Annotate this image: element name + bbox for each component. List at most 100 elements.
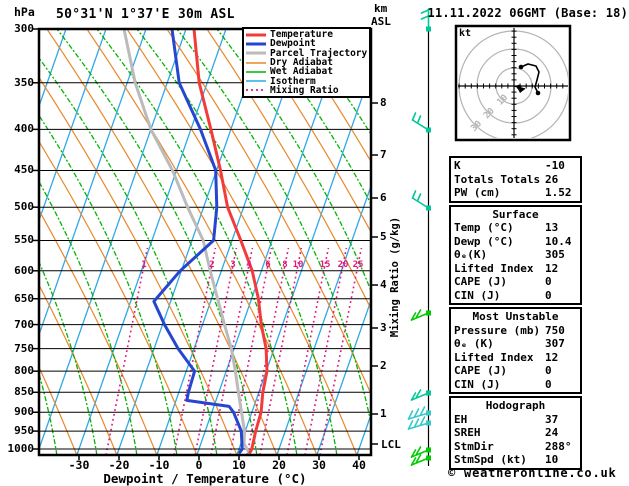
pressure-tick-label: 400 (14, 122, 34, 136)
mixing-ratio-value-label: 10 (292, 260, 304, 270)
stats-section-header: Most Unstable (472, 310, 559, 323)
stats-row-value: 1.52 (545, 186, 572, 199)
wind-barb-stroke (411, 197, 430, 209)
stats-row: Lifted Index 12 (454, 351, 577, 365)
stats-row: CAPE (J) 0 (454, 275, 577, 289)
stats-row-value: 0 (545, 377, 552, 391)
stats-row: PW (cm) 1.52 (454, 186, 577, 200)
pressure-unit-label: hPa (14, 5, 35, 19)
stats-row: EH 37 (454, 413, 577, 427)
stats-row: K -10 (454, 159, 577, 173)
stats-row-label: K (454, 159, 461, 172)
km-tick-label: 5 (380, 230, 387, 243)
stats-row: Totals Totals 26 (454, 173, 577, 187)
wind-barb-stroke (416, 193, 422, 202)
legend-swatch-mixing-ratio (246, 89, 266, 92)
stats-row-label: SREH (454, 426, 481, 439)
stats-row-label: CIN (J) (454, 288, 501, 302)
x-axis-title: Dewpoint / Temperature (°C) (103, 471, 307, 486)
legend-swatch-parcel-trajectory (246, 51, 266, 55)
wind-barb-stroke (411, 190, 417, 199)
wind-barb (407, 406, 431, 420)
stats-row-label: PW (cm) (454, 186, 501, 199)
stats-row: SREH 24 (454, 426, 577, 440)
legend-item: Mixing Ratio (246, 86, 369, 95)
temp-tick-label: -20 (108, 458, 130, 472)
stats-row-value: 10.4 (545, 234, 572, 248)
stats-row-value: 10 (545, 453, 559, 466)
stats-row: Temp (°C) 13 (454, 221, 577, 235)
km-tick-label: 2 (380, 359, 387, 372)
stats-row-value: 0 (545, 275, 552, 288)
pressure-tick-label: 700 (14, 317, 34, 331)
stats-row: Lifted Index 12 (454, 262, 577, 276)
stats-row: Pressure (mb) 750 (454, 324, 577, 338)
dewpoint-curve (152, 29, 244, 455)
mixing-ratio-line (194, 247, 238, 455)
pressure-tick-label: 900 (14, 405, 34, 419)
km-tick-label: 7 (380, 148, 387, 161)
stats-row: θₑ (K) 307 (454, 337, 577, 351)
legend-label: Mixing Ratio (270, 84, 339, 96)
pressure-tick-label: 500 (14, 200, 34, 214)
hodograph: 102030 (454, 24, 572, 142)
wind-barb-stroke (416, 115, 422, 124)
stats-row: CIN (J) 0 (454, 289, 577, 303)
pressure-tick-label: 550 (14, 233, 34, 247)
km-tick-label: 8 (380, 96, 387, 109)
temp-tick-label: -10 (148, 458, 170, 472)
stats-row: θₑ(K) 305 (454, 248, 577, 262)
stats-row-label: Pressure (mb) (454, 323, 541, 337)
stats-row-label: StmSpd (kt) (454, 453, 527, 466)
wet-adiabat-line (56, 29, 258, 455)
stats-row-label: EH (454, 412, 468, 426)
mixing-ratio-axis-title: Mixing Ratio (g/kg) (389, 216, 401, 338)
stats-row-label: Totals Totals (454, 172, 541, 186)
pressure-tick-label: 600 (14, 263, 34, 277)
legend-swatch-wet-adiabat (246, 71, 266, 73)
stats-row-value: 305 (545, 248, 565, 261)
km-tick-label: 4 (380, 278, 387, 291)
station-title: 50°31'N 1°37'E 30m ASL (56, 7, 235, 22)
lcl-label: LCL (381, 438, 401, 451)
pressure-tick-label: 800 (14, 364, 34, 378)
stats-section-most-unstable: Most Unstable Pressure (mb) 750 θₑ (K) 307 Li… (449, 307, 582, 394)
pressure-tick-label: 350 (14, 75, 34, 89)
hodograph-trace-dot (518, 64, 524, 70)
legend-swatch-dewpoint (246, 42, 266, 46)
hodograph-trace-dot (535, 90, 541, 96)
stats-row-value: 750 (545, 323, 565, 337)
stats-row-label: CAPE (J) (454, 275, 507, 288)
mixing-ratio-line (286, 247, 330, 455)
temp-tick-label: -30 (68, 458, 90, 472)
pressure-tick-label: 300 (14, 22, 34, 35)
pressure-tick-label: 950 (14, 424, 34, 438)
stats-section-surface: Surface Temp (°C) 13 Dewp (°C) 10.4 θₑ(K) 305 L… (449, 204, 582, 305)
stats-panel: K -10 Totals Totals 26 PW (cm) 1.52 Surface Tem… (449, 156, 582, 472)
pressure-tick-label: 750 (14, 341, 34, 355)
legend-swatch-dry-adiabat (246, 61, 266, 64)
stats-row-value: 26 (545, 172, 559, 186)
stats-row-value: 307 (545, 337, 565, 350)
stats-row-value: 0 (545, 364, 552, 377)
temp-tick-label: 20 (272, 458, 286, 472)
valid-datetime-label: 11.11.2022 06GMT (Base: 18) (427, 6, 628, 20)
mixing-ratio-value-label: 15 (319, 260, 331, 270)
legend-swatch-temperature (246, 33, 266, 37)
legend-swatch-isotherm (246, 80, 266, 82)
altitude-unit-km-label: km (374, 2, 388, 15)
stats-row-value: 12 (545, 261, 559, 275)
km-tick-label: 6 (380, 191, 387, 204)
temp-tick-label: 40 (352, 458, 366, 472)
stats-row-value: 0 (545, 288, 552, 302)
stats-row: CIN (J) 0 (454, 378, 577, 392)
wind-barb-stroke (411, 119, 430, 131)
mixing-ratio-value-label: 25 (352, 260, 364, 270)
km-tick-label: 3 (380, 321, 387, 334)
stats-row: Dewp (°C) 10.4 (454, 235, 577, 249)
legend-label: Wet Adiabat (270, 66, 333, 78)
stats-row-value: 24 (545, 426, 559, 439)
mixing-ratio-value-label: 1 (141, 260, 147, 270)
pressure-tick-label: 850 (14, 385, 34, 399)
mixing-ratio-value-label: 6 (265, 260, 271, 270)
